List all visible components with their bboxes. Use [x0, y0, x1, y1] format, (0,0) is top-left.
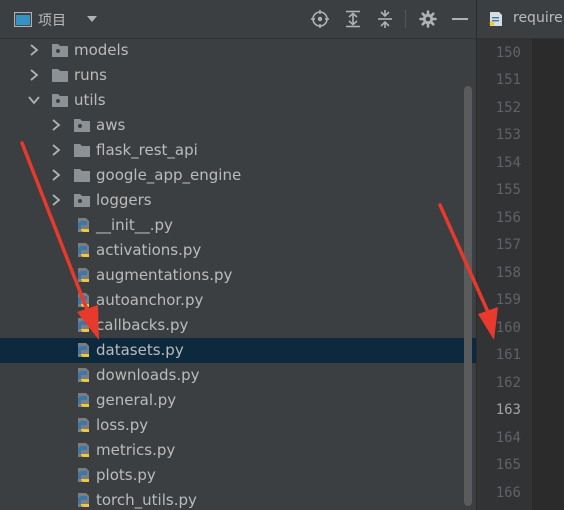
current-line-number: 163 — [495, 402, 521, 418]
line-number: 152 — [495, 100, 521, 116]
python-file-icon — [78, 218, 89, 232]
tree-row-flask-rest-api[interactable]: flask_rest_api — [0, 138, 476, 163]
editor-tab-label: requirements.txt — [513, 10, 564, 26]
tree-item-label: metrics.py — [96, 441, 176, 459]
tree-item-label: activations.py — [96, 241, 202, 259]
tree-item-label: google_app_engine — [96, 166, 242, 184]
tree-row-loss-py[interactable]: loss.py — [0, 413, 476, 438]
tree-row-metrics-py[interactable]: metrics.py — [0, 438, 476, 463]
chevron-right-icon[interactable] — [28, 44, 40, 56]
tree-row-general-py[interactable]: general.py — [0, 388, 476, 413]
editor-text-area[interactable] — [532, 39, 564, 510]
tree-row-runs[interactable]: runs — [0, 63, 476, 88]
tree-item-label: __init__.py — [96, 216, 173, 234]
project-file-tree: models runs utils aws flask_rest_api goo… — [0, 38, 476, 510]
line-number-gutter: 150 151 152 153 154 155 156 157 158 159 … — [477, 39, 532, 510]
line-number: 157 — [495, 237, 521, 253]
folder-icon — [74, 169, 90, 182]
line-number: 153 — [495, 127, 521, 143]
package-folder-icon — [52, 94, 68, 107]
python-file-icon — [78, 368, 89, 382]
tree-item-label: loggers — [96, 191, 152, 209]
project-panel: 项目 models runs utils aws flask_rest_api … — [0, 0, 476, 510]
line-number: 151 — [495, 72, 521, 88]
line-number: 165 — [495, 457, 521, 473]
python-file-icon — [78, 468, 89, 482]
tree-row-callbacks-py[interactable]: callbacks.py — [0, 313, 476, 338]
locate-file-icon[interactable] — [311, 10, 329, 28]
tree-row-activations-py[interactable]: activations.py — [0, 238, 476, 263]
package-folder-icon — [74, 119, 90, 132]
tree-item-label: flask_rest_api — [96, 141, 198, 159]
tree-row-datasets-py[interactable]: datasets.py — [0, 338, 476, 363]
line-number: 161 — [495, 347, 521, 363]
line-number: 150 — [495, 45, 521, 61]
project-panel-title: 项目 — [38, 13, 66, 29]
chevron-down-icon[interactable] — [28, 94, 40, 106]
tree-item-label: torch_utils.py — [96, 491, 197, 509]
tree-item-label: datasets.py — [96, 341, 184, 359]
tree-row-augmentations-py[interactable]: augmentations.py — [0, 263, 476, 288]
settings-gear-icon[interactable] — [419, 10, 437, 28]
tree-item-label: plots.py — [96, 466, 156, 484]
line-number: 158 — [495, 265, 521, 281]
editor-tab[interactable]: requirements.txt — [477, 0, 564, 39]
chevron-right-icon[interactable] — [50, 169, 62, 181]
line-number: 155 — [495, 182, 521, 198]
folder-icon — [52, 69, 68, 82]
tree-row-init-py[interactable]: __init__.py — [0, 213, 476, 238]
project-window-icon[interactable] — [14, 12, 32, 27]
tree-row-torch-utils-py[interactable]: torch_utils.py — [0, 488, 476, 510]
project-panel-header: 项目 — [0, 0, 476, 39]
tree-scrollbar[interactable] — [464, 86, 472, 506]
line-number: 156 — [495, 210, 521, 226]
tree-row-aws[interactable]: aws — [0, 113, 476, 138]
python-file-icon — [78, 268, 89, 282]
python-file-icon — [78, 318, 89, 332]
tree-item-label: models — [74, 41, 129, 59]
header-separator — [405, 10, 406, 28]
python-file-icon — [78, 493, 89, 507]
tree-row-google-app-engine[interactable]: google_app_engine — [0, 163, 476, 188]
chevron-right-icon[interactable] — [50, 119, 62, 131]
minimize-icon[interactable] — [452, 18, 468, 21]
tree-item-label: utils — [74, 91, 106, 109]
line-number: 154 — [495, 155, 521, 171]
package-folder-icon — [74, 194, 90, 207]
collapse-all-icon[interactable] — [377, 10, 393, 28]
line-number: 164 — [495, 430, 521, 446]
tree-item-label: downloads.py — [96, 366, 200, 384]
tree-row-utils[interactable]: utils — [0, 88, 476, 113]
line-number: 166 — [495, 485, 521, 501]
tree-item-label: aws — [96, 116, 126, 134]
tree-item-label: loss.py — [96, 416, 149, 434]
tree-item-label: callbacks.py — [96, 316, 189, 334]
python-file-icon — [78, 343, 89, 357]
expand-all-icon[interactable] — [345, 10, 361, 28]
chevron-right-icon[interactable] — [50, 194, 62, 206]
tree-row-autoanchor-py[interactable]: autoanchor.py — [0, 288, 476, 313]
tree-row-downloads-py[interactable]: downloads.py — [0, 363, 476, 388]
tree-item-label: general.py — [96, 391, 177, 409]
tree-item-label: augmentations.py — [96, 266, 233, 284]
python-file-icon — [78, 443, 89, 457]
tree-row-models[interactable]: models — [0, 38, 476, 63]
python-file-icon — [78, 293, 89, 307]
python-file-icon — [78, 393, 89, 407]
tree-item-label: runs — [74, 66, 107, 84]
python-file-icon — [78, 243, 89, 257]
text-file-icon — [489, 12, 502, 26]
chevron-right-icon[interactable] — [50, 144, 62, 156]
package-folder-icon — [52, 44, 68, 57]
line-number: 162 — [495, 375, 521, 391]
python-file-icon — [78, 418, 89, 432]
chevron-right-icon[interactable] — [28, 69, 40, 81]
line-number: 160 — [495, 320, 521, 336]
tree-item-label: autoanchor.py — [96, 291, 204, 309]
tree-row-plots-py[interactable]: plots.py — [0, 463, 476, 488]
tree-row-loggers[interactable]: loggers — [0, 188, 476, 213]
view-dropdown-icon[interactable] — [86, 15, 98, 23]
line-number: 159 — [495, 292, 521, 308]
folder-icon — [74, 144, 90, 157]
